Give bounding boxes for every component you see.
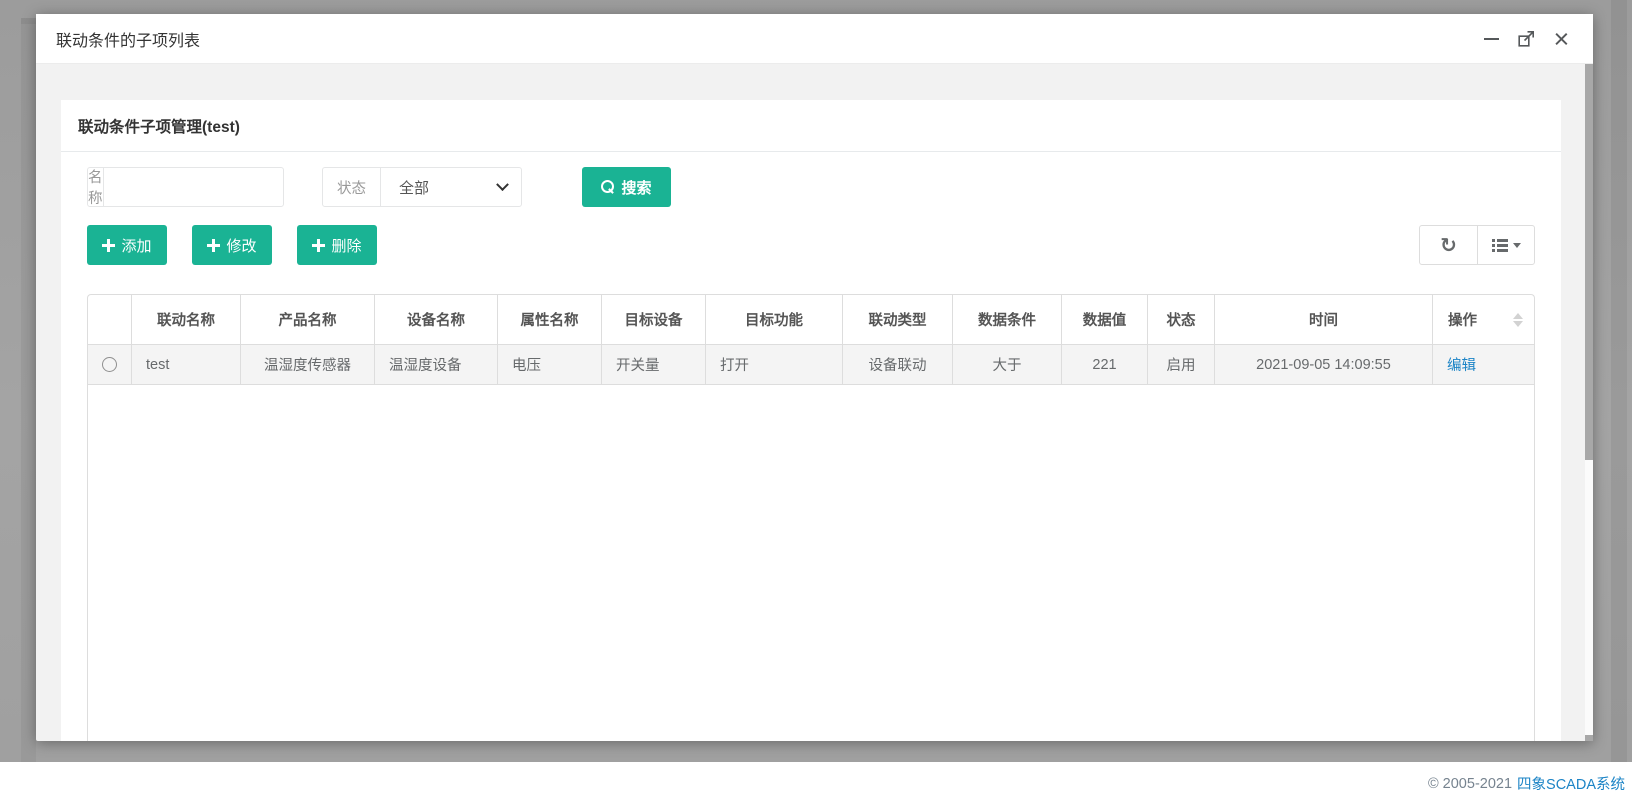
panel-body: 名称 状态 全部 搜索 添加 修改 删除 ↻ 联动名称 产品名称 设备名称 属性… xyxy=(61,152,1561,741)
delete-button[interactable]: 删除 xyxy=(297,225,377,265)
row-select-cell xyxy=(88,345,132,384)
name-input[interactable] xyxy=(103,168,311,206)
table-header-linkage-type: 联动类型 xyxy=(843,295,953,344)
table-header-target-function: 目标功能 xyxy=(706,295,843,344)
cell-device-name: 温湿度设备 xyxy=(375,345,498,384)
search-button[interactable]: 搜索 xyxy=(582,167,671,207)
action-header-label: 操作 xyxy=(1448,313,1477,329)
modify-button[interactable]: 修改 xyxy=(192,225,272,265)
add-button-label: 添加 xyxy=(121,237,152,255)
table-header-select xyxy=(88,295,132,344)
plus-icon xyxy=(102,238,116,252)
cell-action: 编辑 xyxy=(1433,345,1534,384)
table-row[interactable]: test 温湿度传感器 温湿度设备 电压 开关量 打开 设备联动 大于 221 … xyxy=(88,345,1534,385)
maximize-icon xyxy=(1517,31,1534,47)
delete-button-label: 删除 xyxy=(331,237,362,255)
status-label: 状态 xyxy=(323,168,381,206)
plus-icon xyxy=(207,238,221,252)
table-header-status: 状态 xyxy=(1148,295,1215,344)
close-icon: × xyxy=(1553,23,1569,54)
modify-button-label: 修改 xyxy=(226,237,257,255)
table-header-attribute-name: 属性名称 xyxy=(498,295,602,344)
refresh-icon: ↻ xyxy=(1440,234,1457,257)
table-header-data-condition: 数据条件 xyxy=(953,295,1062,344)
page-footer: © 2005-2021 四象SCADA系统 xyxy=(0,762,1632,805)
status-selected-value: 全部 xyxy=(399,179,430,197)
name-input-group: 名称 xyxy=(87,167,311,207)
caret-down-icon xyxy=(1512,242,1521,248)
background-page-scrollbar xyxy=(1611,0,1627,762)
chevron-down-icon xyxy=(496,177,509,191)
table-header-product-name: 产品名称 xyxy=(241,295,375,344)
status-input-group: 状态 全部 xyxy=(322,167,522,207)
status-select[interactable]: 全部 xyxy=(381,168,521,206)
data-table: 联动名称 产品名称 设备名称 属性名称 目标设备 目标功能 联动类型 数据条件 … xyxy=(87,294,1535,741)
dialog-body: 联动条件子项管理(test) 名称 状态 全部 搜索 添加 修改 删除 ↻ 联动… xyxy=(36,64,1593,741)
cell-linkage-type: 设备联动 xyxy=(843,345,953,384)
table-header-target-device: 目标设备 xyxy=(602,295,706,344)
cell-target-device: 开关量 xyxy=(602,345,706,384)
search-form: 名称 状态 全部 搜索 xyxy=(87,167,671,207)
sort-icon[interactable] xyxy=(1513,312,1523,327)
search-button-label: 搜索 xyxy=(621,179,652,197)
cell-linkage-name: test xyxy=(132,345,241,384)
table-toolbar: 添加 修改 删除 ↻ xyxy=(87,225,1535,265)
table-header-action[interactable]: 操作 xyxy=(1433,295,1534,344)
dialog-scrollbar xyxy=(1585,64,1593,741)
table-header-data-value: 数据值 xyxy=(1062,295,1148,344)
refresh-button[interactable]: ↻ xyxy=(1420,226,1477,264)
dialog-header: 联动条件的子项列表 × xyxy=(36,14,1593,64)
close-button[interactable]: × xyxy=(1551,23,1571,54)
background-panel-edge xyxy=(21,18,36,762)
edit-link[interactable]: 编辑 xyxy=(1447,354,1476,375)
table-header-row: 联动名称 产品名称 设备名称 属性名称 目标设备 目标功能 联动类型 数据条件 … xyxy=(88,295,1534,345)
name-label: 名称 xyxy=(88,168,104,207)
cell-product-name: 温湿度传感器 xyxy=(241,345,375,384)
dialog: 联动条件的子项列表 × 联动条件子项管理(test) 名称 状态 全部 搜索 添… xyxy=(36,14,1593,741)
table-header-linkage-name: 联动名称 xyxy=(132,295,241,344)
plus-icon xyxy=(312,238,326,252)
minimize-icon xyxy=(1483,37,1499,40)
search-icon xyxy=(601,180,615,194)
table-view-controls: ↻ xyxy=(1419,225,1535,265)
columns-button[interactable] xyxy=(1477,226,1534,264)
dialog-window-controls: × xyxy=(1481,23,1571,54)
cell-attribute-name: 电压 xyxy=(498,345,602,384)
cell-time: 2021-09-05 14:09:55 xyxy=(1215,345,1433,384)
cell-target-function: 打开 xyxy=(706,345,843,384)
maximize-button[interactable] xyxy=(1516,29,1536,49)
table-header-time: 时间 xyxy=(1215,295,1433,344)
columns-icon xyxy=(1492,239,1508,252)
dialog-title: 联动条件的子项列表 xyxy=(56,32,201,50)
add-button[interactable]: 添加 xyxy=(87,225,167,265)
cell-status: 启用 xyxy=(1148,345,1215,384)
footer-brand-link[interactable]: 四象SCADA系统 xyxy=(1517,773,1625,794)
panel: 联动条件子项管理(test) 名称 状态 全部 搜索 添加 修改 删除 ↻ 联动… xyxy=(61,100,1561,741)
table-header-device-name: 设备名称 xyxy=(375,295,498,344)
cell-data-condition: 大于 xyxy=(953,345,1062,384)
row-radio[interactable] xyxy=(102,357,117,372)
dialog-scrollbar-thumb[interactable] xyxy=(1585,460,1593,735)
copyright-text: © 2005-2021 xyxy=(1427,775,1513,792)
minimize-button[interactable] xyxy=(1481,29,1501,49)
cell-data-value: 221 xyxy=(1062,345,1148,384)
panel-title: 联动条件子项管理(test) xyxy=(61,100,1561,152)
